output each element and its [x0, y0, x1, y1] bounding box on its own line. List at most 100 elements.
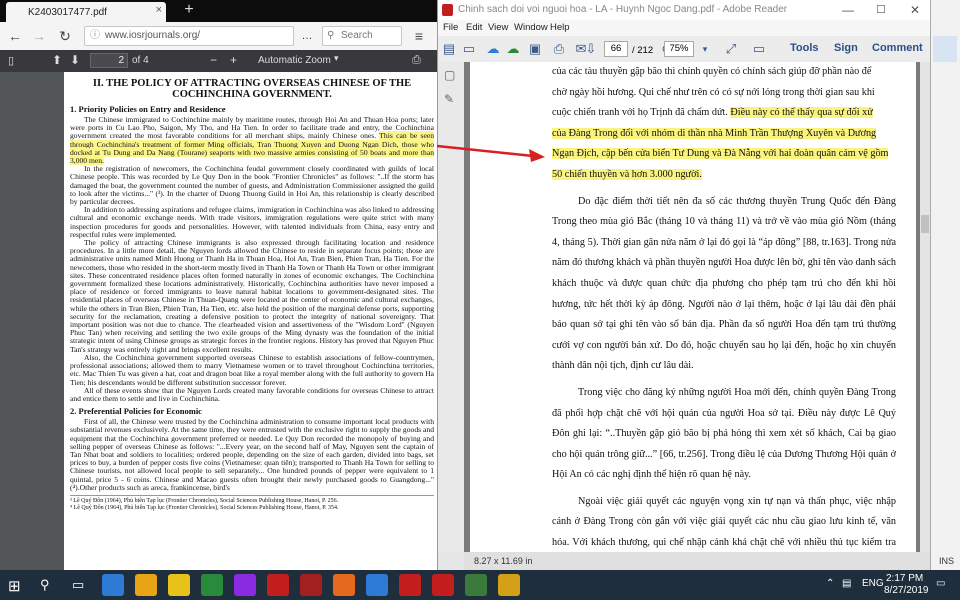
- paragraph: Do đặc điểm thời tiết nên đa số các thươ…: [552, 195, 896, 372]
- folder-icon[interactable]: [135, 574, 157, 596]
- paragraph: All of these events show that the Nguyen…: [70, 385, 434, 403]
- download-icon[interactable]: ☁: [504, 40, 522, 58]
- menu-file[interactable]: File: [443, 22, 458, 33]
- clock-time[interactable]: 2:17 PM: [886, 573, 923, 584]
- clock-date[interactable]: 8/27/2019: [884, 585, 929, 596]
- menu-bar: File Edit View Window Help: [438, 20, 931, 36]
- sign-button[interactable]: Sign: [834, 42, 858, 54]
- acrobat-icon[interactable]: [267, 574, 289, 596]
- url-bar[interactable]: ⓘ www.iosrjournals.org/: [84, 26, 294, 46]
- info-icon[interactable]: ⓘ: [90, 27, 100, 45]
- toolbar: ▤ ▭ ☁ ☁ ▣ ⎙ ✉ ⇧ ⇩ 66 / 212 ⊖ 75% ▾ ⤢ ▭ T…: [438, 36, 931, 63]
- menu-icon[interactable]: ≡: [410, 27, 428, 45]
- scrollbar-thumb[interactable]: [921, 215, 929, 233]
- paragraph: The policy of attracting Chinese immigra…: [70, 238, 434, 354]
- comment-button[interactable]: Comment: [872, 42, 923, 54]
- red-arrow-icon: [437, 144, 545, 162]
- excel-icon[interactable]: [201, 574, 223, 596]
- highlighted-line: 50 chiến thuyền và hơn 3.000 người.: [552, 165, 896, 186]
- subsection-heading-1: 1. Priority Policies on Entry and Reside…: [70, 104, 226, 114]
- sidebar-toggle-icon[interactable]: ▯: [8, 54, 14, 67]
- overflow-dots-icon[interactable]: …: [298, 27, 316, 45]
- upload-icon[interactable]: ☁: [484, 40, 502, 58]
- zoom-in-icon[interactable]: +: [230, 53, 237, 67]
- new-tab-button[interactable]: +: [180, 1, 198, 19]
- search-input[interactable]: ⚲ Search: [322, 26, 402, 46]
- document-view[interactable]: của các tàu thuyền gặp bão thì chính quy…: [464, 62, 920, 552]
- page-number-input[interactable]: 2: [90, 53, 128, 68]
- print-icon[interactable]: ⎙: [412, 54, 421, 67]
- notes-icon[interactable]: [168, 574, 190, 596]
- create-pdf-icon[interactable]: ▤: [440, 40, 458, 58]
- page-size-label: 8.27 x 11.69 in: [474, 556, 533, 566]
- footnote: ³ Lê Quý Đôn (1964), Phủ biên Tạp lục (F…: [70, 494, 434, 505]
- windows-start-icon[interactable]: ⊞: [8, 577, 21, 595]
- language-indicator[interactable]: ENG: [862, 578, 884, 589]
- highlighted-text: Ngạn Địch, cập bến cửa biển Tư Dung và Đ…: [552, 148, 889, 160]
- file-explorer-icon[interactable]: [102, 574, 124, 596]
- pdf-icon[interactable]: [432, 574, 454, 596]
- menu-help[interactable]: Help: [550, 22, 570, 33]
- tools-button[interactable]: Tools: [790, 42, 819, 54]
- menu-view[interactable]: View: [488, 22, 508, 33]
- close-tab-icon[interactable]: ×: [156, 4, 162, 16]
- window-title: Chinh sach doi voi nguoi hoa - LA - Huyn…: [458, 4, 788, 15]
- app-icon[interactable]: [234, 574, 256, 596]
- menu-window[interactable]: Window: [514, 22, 548, 33]
- photo-icon[interactable]: [498, 574, 520, 596]
- tab-pdf[interactable]: K2403017477.pdf ×: [6, 2, 166, 22]
- zoom-input[interactable]: 75%: [664, 41, 694, 57]
- paragraph: Also, the Cochinchina government support…: [70, 352, 434, 387]
- background-window[interactable]: INS: [930, 0, 960, 570]
- highlighted-text: của Đàng Trong đối với nhóm di thần nhà …: [552, 127, 877, 139]
- fit-page-icon[interactable]: ⤢: [722, 40, 740, 58]
- page-down-icon[interactable]: ⇩: [582, 40, 600, 58]
- network-icon[interactable]: ▤: [842, 578, 851, 589]
- minimize-icon[interactable]: —: [842, 0, 854, 20]
- firefox-window: K2403017477.pdf × + ← → ↻ ⓘ www.iosrjour…: [0, 0, 437, 570]
- pdf-toolbar: ▯ ⬆ ⬇ 2 of 4 − + Automatic Zoom ▾ ⎙: [0, 50, 437, 72]
- zoom-out-icon[interactable]: −: [210, 53, 217, 67]
- firefox-icon[interactable]: [333, 574, 355, 596]
- reload-icon[interactable]: ↻: [56, 27, 74, 45]
- page-number-input[interactable]: 66: [604, 41, 628, 57]
- adobe-icon[interactable]: [300, 574, 322, 596]
- maximize-icon[interactable]: ☐: [876, 0, 886, 20]
- subsection-heading-2: 2. Preferential Policies for Economic: [70, 406, 202, 417]
- zoom-select[interactable]: Automatic Zoom: [258, 55, 331, 66]
- chevron-down-icon[interactable]: ▾: [334, 53, 339, 64]
- back-arrow-icon[interactable]: ←: [6, 27, 24, 45]
- highlighted-text: Điều này có thể thấy qua sự đối xử: [730, 107, 873, 119]
- close-window-icon[interactable]: ✕: [910, 0, 920, 20]
- menu-edit[interactable]: Edit: [466, 22, 482, 33]
- print-icon[interactable]: ⎙: [550, 40, 568, 58]
- text-line: chờ ngày hồi hương. Qui chế như trên có …: [552, 86, 875, 98]
- maps-icon[interactable]: [465, 574, 487, 596]
- page-total: / 212: [632, 45, 654, 56]
- pdf-viewer[interactable]: II. THE POLICY OF ATTRACTING OVERSEAS CH…: [0, 72, 437, 570]
- notifications-icon[interactable]: ▭: [936, 578, 945, 589]
- save-icon[interactable]: ▣: [526, 40, 544, 58]
- reader-icon[interactable]: [399, 574, 421, 596]
- chrome-icon[interactable]: [366, 574, 388, 596]
- window-band: [933, 36, 957, 62]
- vertical-scrollbar[interactable]: [920, 62, 930, 552]
- tab-title: K2403017477.pdf: [28, 6, 107, 18]
- next-page-icon[interactable]: ⬇: [70, 53, 80, 67]
- ins-label: INS: [939, 556, 955, 566]
- navigation-pane: ▢ ✎: [438, 62, 465, 552]
- title-bar: Chinh sach doi voi nguoi hoa - LA - Huyn…: [438, 0, 931, 20]
- attachment-icon[interactable]: ✎: [444, 92, 454, 106]
- open-icon[interactable]: ▭: [460, 40, 478, 58]
- task-view-icon[interactable]: ▭: [72, 577, 84, 593]
- prev-page-icon[interactable]: ⬆: [52, 53, 62, 67]
- status-bar: 8.27 x 11.69 in: [464, 552, 930, 570]
- forward-arrow-icon[interactable]: →: [30, 27, 48, 45]
- chevron-up-icon[interactable]: ⌃: [826, 578, 834, 589]
- page-thumbnails-icon[interactable]: ▢: [444, 68, 455, 82]
- pdf-page: của các tàu thuyền gặp bão thì chính quy…: [470, 62, 916, 552]
- comment-bubble-icon[interactable]: ▭: [750, 40, 768, 58]
- highlighted-line: của Đàng Trong đối với nhóm di thần nhà …: [552, 124, 896, 145]
- chevron-down-icon[interactable]: ▾: [696, 40, 714, 58]
- search-icon[interactable]: ⚲: [40, 577, 50, 593]
